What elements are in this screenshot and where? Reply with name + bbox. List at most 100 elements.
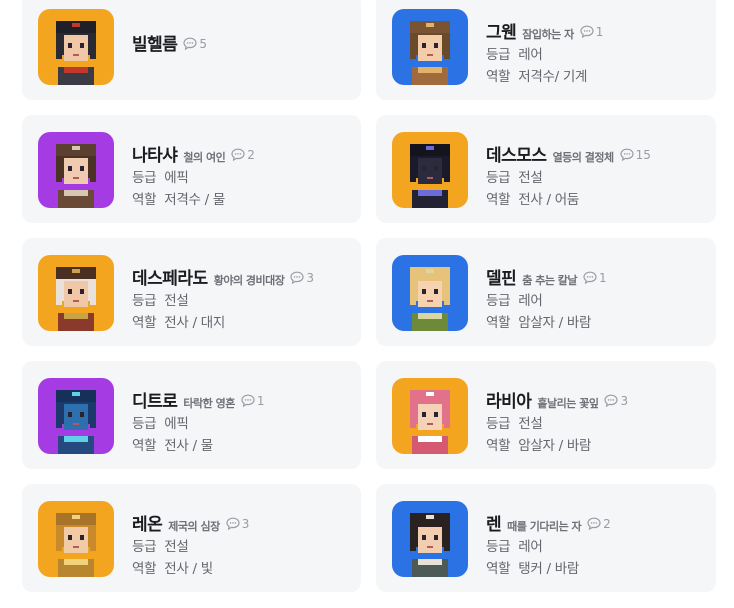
character-subtitle: 잠입하는 자 [522,28,574,41]
character-card[interactable]: 빌헬름 5 [22,0,361,100]
role-label: 역할 [486,561,511,577]
character-card[interactable]: 레온 제국의 심장 3 등급 전설 역할 전사 / 빛 [22,484,361,592]
grade-row: 등급 전설 [486,167,708,189]
grade-value: 레어 [518,539,543,555]
character-card[interactable]: 나타샤 철의 여인 2 등급 에픽 역할 저격수 / 물 [22,115,361,223]
grade-label: 등급 [486,47,511,63]
grade-label: 등급 [132,539,157,555]
character-avatar[interactable] [392,501,468,577]
character-subtitle: 춤 추는 칼날 [522,274,578,287]
role-value: 전사 / 어둠 [518,192,579,208]
character-name[interactable]: 그웬 [486,18,517,43]
character-avatar[interactable] [38,255,114,331]
character-name[interactable]: 빌헬름 [132,30,178,55]
comment-count-value: 3 [241,516,250,531]
comment-count-value: 2 [247,147,255,162]
grade-value: 전설 [164,293,189,309]
character-avatar[interactable] [392,255,468,331]
character-card[interactable]: 데스모스 열등의 결정체 15 등급 전설 역할 전사 / 어둠 [376,115,716,223]
character-card[interactable]: 델핀 춤 추는 칼날 1 등급 레어역할 암살자 / 바람 [376,238,716,346]
grade-value: 전설 [518,170,543,186]
comment-icon [231,148,247,161]
grade-row: 등급 에픽 [132,167,353,189]
character-avatar[interactable] [392,9,468,85]
comment-icon [290,271,306,284]
character-card[interactable]: 렌 때를 기다리는 자 2 등급 레어역할 탱커 / 바람 [376,484,716,592]
role-value: 저격수 / 물 [164,192,225,208]
grade-label: 등급 [486,170,511,186]
character-card[interactable]: 데스페라도 황야의 경비대장 3 등급 전설역할 전사 / 대지 [22,238,361,346]
comment-count[interactable]: 1 [583,271,607,285]
role-value: 저격수/ 기계 [518,69,588,85]
character-name[interactable]: 델핀 [486,264,517,289]
role-label: 역할 [132,561,157,577]
character-name[interactable]: 데스모스 [486,141,547,166]
grade-label: 등급 [486,539,511,555]
role-row: 역할 전사 / 물 [132,435,353,457]
role-value: 전사 / 물 [164,438,213,454]
comment-icon [183,37,199,50]
comment-count[interactable]: 2 [587,517,611,531]
comment-count[interactable]: 1 [580,24,604,39]
role-row: 역할 전사 / 빛 [132,558,353,580]
role-row: 역할 암살자 / 바람 [486,312,708,334]
role-label: 역할 [486,438,511,454]
character-subtitle: 때를 기다리는 자 [507,520,582,533]
comment-count-value: 2 [603,516,611,531]
character-card[interactable]: 디트로 타락한 영혼 1 등급 에픽 역할 전사 / 물 [22,361,361,469]
comment-count[interactable]: 3 [604,394,628,408]
comment-count[interactable]: 15 [620,148,651,162]
grade-value: 에픽 [164,170,189,186]
character-avatar[interactable] [38,378,114,454]
comment-count[interactable]: 1 [241,394,265,408]
role-value: 전사 / 빛 [164,561,213,577]
comment-count[interactable]: 2 [231,148,255,162]
grade-label: 등급 [486,293,511,309]
character-card[interactable]: 그웬 잠입하는 자 1 등급 레어역할 저격수/ 기계 [376,0,716,100]
grade-value: 레어 [518,293,543,309]
grade-label: 등급 [132,416,157,432]
grade-value: 전설 [518,416,543,432]
grade-value: 레어 [518,47,543,63]
character-avatar[interactable] [392,132,468,208]
comment-count-value: 5 [199,36,208,51]
character-avatar[interactable] [38,501,114,577]
character-avatar[interactable] [38,132,114,208]
character-name[interactable]: 레온 [132,510,163,535]
role-row: 역할 저격수/ 기계 [486,66,708,88]
role-row: 역할 암살자 / 바람 [486,435,708,457]
character-grid: 빌헬름 5 그웬 잠입하는 자 1 등급 레어 역할 저격수/ 기계 나타샤 철… [22,0,716,592]
comment-count[interactable]: 3 [226,516,250,531]
role-label: 역할 [486,69,511,85]
grade-row: 등급 레어 [486,290,708,312]
character-name[interactable]: 데스페라도 [132,264,208,289]
role-label: 역할 [132,315,157,331]
role-label: 역할 [486,315,511,331]
character-subtitle: 흩날리는 꽃잎 [537,397,599,410]
comment-count-value: 1 [599,270,607,285]
comment-count[interactable]: 3 [290,271,314,285]
character-subtitle: 황야의 경비대장 [213,274,285,287]
grade-value: 에픽 [164,416,189,432]
character-subtitle: 제국의 심장 [168,520,220,533]
role-value: 전사 / 대지 [164,315,225,331]
character-avatar[interactable] [38,9,114,85]
comment-count-value: 3 [620,393,629,408]
grade-row: 등급 에픽 [132,413,353,435]
character-card[interactable]: 라비아 흩날리는 꽃잎 3 등급 전설 역할 암살자 / 바람 [376,361,716,469]
character-name[interactable]: 디트로 [132,387,178,412]
role-label: 역할 [132,438,157,454]
comment-count[interactable]: 5 [183,37,207,51]
comment-icon [583,271,599,284]
comment-icon [580,25,596,38]
character-name[interactable]: 렌 [486,510,502,535]
character-avatar[interactable] [392,378,468,454]
character-name[interactable]: 라비아 [486,387,532,412]
comment-icon [604,394,620,407]
grade-row: 등급 전설 [486,413,708,435]
grade-label: 등급 [132,293,157,309]
character-name[interactable]: 나타샤 [132,141,178,166]
comment-icon [241,394,257,407]
comment-count-value: 1 [595,24,604,39]
role-value: 탱커 / 바람 [518,561,579,577]
